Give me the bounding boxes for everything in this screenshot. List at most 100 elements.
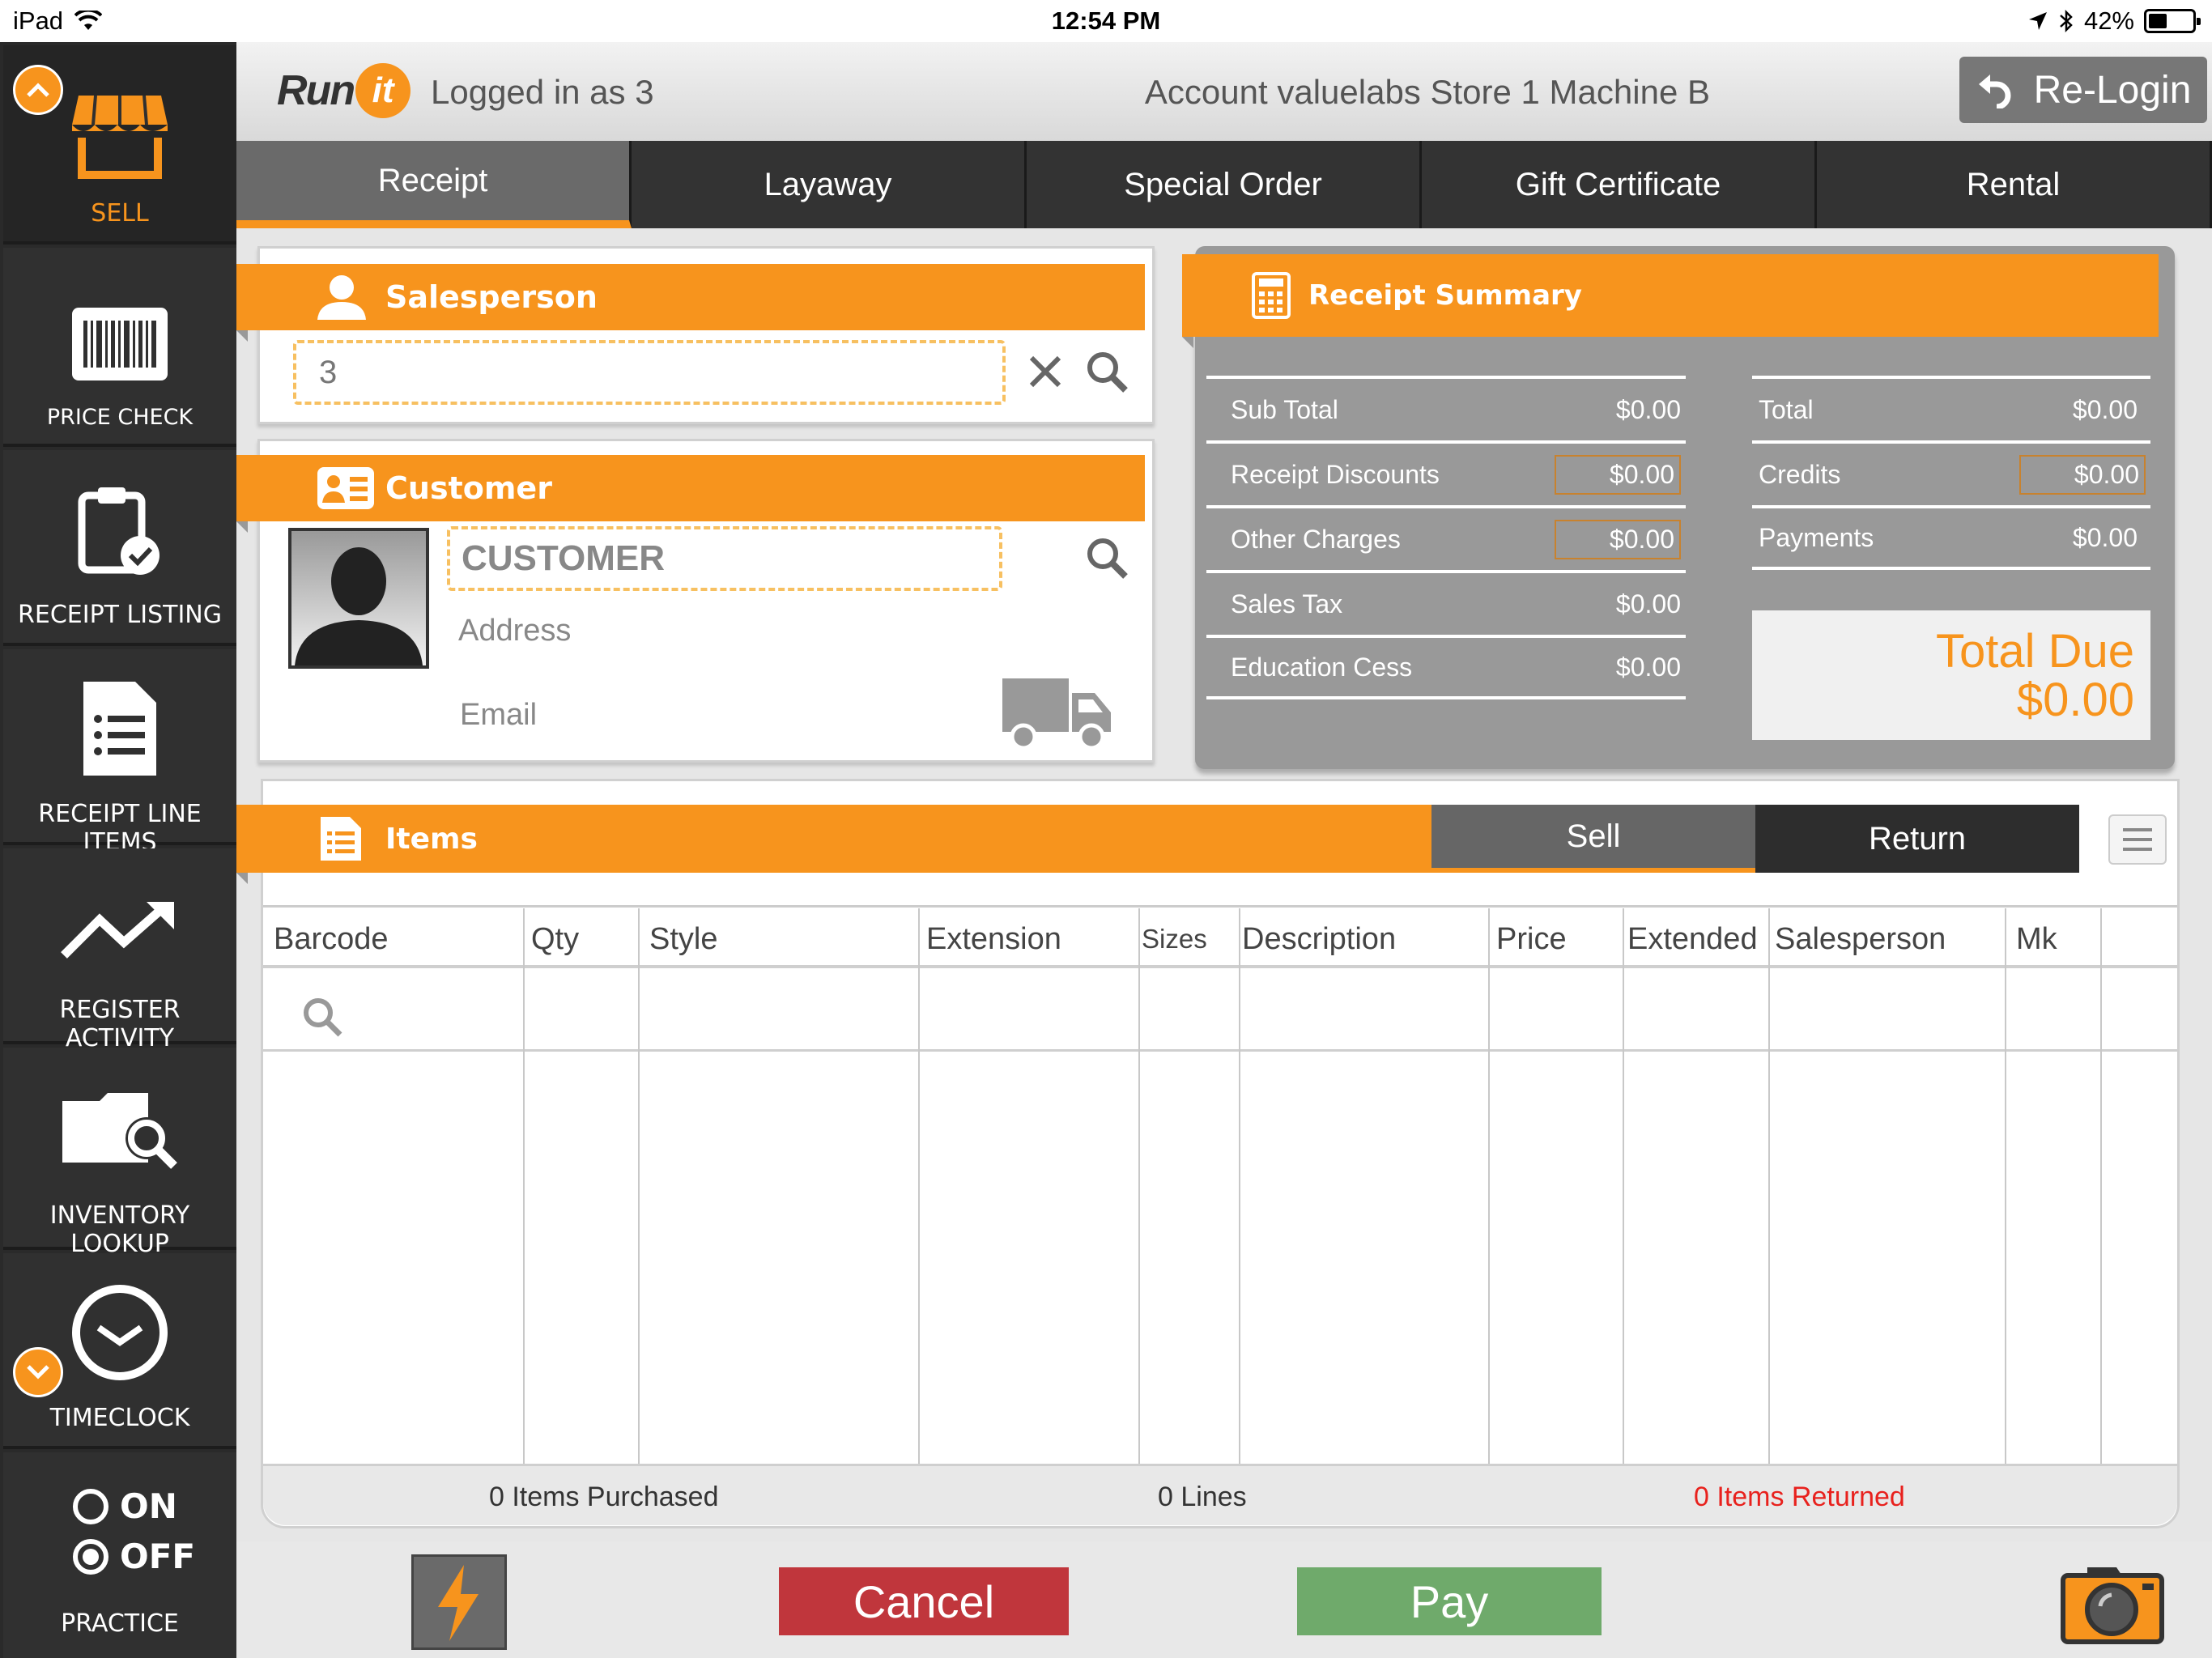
account-text: Account valuelabs Store 1 Machine B — [1144, 73, 1710, 111]
sidebar-item-price-check[interactable]: PRICE CHECK — [3, 248, 236, 447]
sidebar-item-label: RECEIPT LISTING — [18, 601, 222, 629]
column-divider — [918, 908, 920, 1465]
list-document-icon — [321, 817, 361, 861]
column-divider — [1768, 908, 1770, 1465]
column-salesperson[interactable]: Salesperson — [1763, 910, 2006, 968]
practice-on-option[interactable]: ON — [71, 1486, 177, 1526]
pay-button[interactable]: Pay — [1297, 1567, 1602, 1635]
folder-search-icon — [62, 1093, 177, 1169]
total-due-label: Total Due — [1935, 625, 2134, 678]
other-charges-field[interactable]: $0.00 — [1554, 519, 1681, 559]
practice-off-option[interactable]: OFF — [71, 1537, 195, 1576]
tab-gift-certificate[interactable]: Gift Certificate — [1422, 141, 1817, 228]
summary-row-education-cess: Education Cess $0.00 — [1206, 635, 1686, 699]
clear-icon[interactable] — [1027, 353, 1064, 390]
summary-value: $0.00 — [2072, 394, 2138, 424]
store-icon — [72, 95, 168, 179]
sidebar-item-inventory-lookup[interactable]: INVENTORY LOOKUP — [3, 1048, 236, 1258]
column-divider — [1239, 908, 1240, 1465]
receipt-summary-header: Receipt Summary — [1182, 254, 2159, 348]
column-style[interactable]: Style — [640, 910, 918, 968]
search-icon[interactable] — [1085, 350, 1129, 393]
summary-value: $0.00 — [2072, 522, 2138, 552]
sell-toggle-button[interactable]: Sell — [1431, 805, 1755, 873]
avatar — [288, 528, 429, 669]
clock-time: 12:54 PM — [1051, 6, 1161, 35]
camera-button[interactable] — [2060, 1558, 2165, 1649]
customer-header: Customer — [236, 455, 1145, 533]
customer-search-icon[interactable] — [1085, 536, 1129, 580]
column-extended[interactable]: Extended — [1616, 910, 1762, 968]
clipboard-check-icon — [78, 487, 160, 575]
column-sizes[interactable]: Sizes — [1134, 910, 1231, 968]
sidebar-item-label: TIMECLOCK — [49, 1404, 190, 1432]
lines-count: 0 Lines — [1158, 1482, 1247, 1512]
relogin-button[interactable]: Re-Login — [1959, 57, 2207, 123]
sidebar-item-register-activity[interactable]: REGISTER ACTIVITY — [3, 848, 236, 1052]
scroll-down-button[interactable] — [13, 1347, 63, 1397]
column-barcode[interactable]: Barcode — [264, 910, 525, 968]
summary-row-credits[interactable]: Credits $0.00 — [1752, 440, 2150, 505]
items-panel — [261, 779, 2180, 1528]
document-list-icon — [83, 682, 156, 776]
customer-title: Customer — [385, 470, 552, 506]
summary-value: $0.00 — [1615, 652, 1681, 682]
relogin-label: Re-Login — [2033, 68, 2192, 112]
salesperson-input[interactable]: 3 — [293, 340, 1006, 405]
tab-receipt[interactable]: Receipt — [236, 141, 632, 228]
barcode-search-icon[interactable] — [301, 996, 343, 1038]
column-extension[interactable]: Extension — [917, 910, 1135, 968]
calculator-icon — [1252, 272, 1291, 319]
delivery-truck-icon[interactable] — [1001, 677, 1114, 751]
column-mk[interactable]: Mk — [2005, 910, 2100, 968]
salesperson-title: Salesperson — [385, 279, 598, 315]
summary-row-other-charges[interactable]: Other Charges $0.00 — [1206, 505, 1686, 570]
battery-icon — [2144, 9, 2201, 33]
column-qty[interactable]: Qty — [521, 910, 635, 968]
trend-up-icon — [61, 902, 174, 959]
sidebar-item-label: PRACTICE — [61, 1609, 179, 1638]
tab-rental[interactable]: Rental — [1817, 141, 2212, 228]
avatar-silhouette-icon — [295, 547, 423, 665]
tab-bar: Receipt Layaway Special Order Gift Certi… — [236, 141, 2212, 228]
tab-special-order[interactable]: Special Order — [1027, 141, 1422, 228]
summary-label: Sales Tax — [1231, 589, 1343, 619]
customer-address: Address — [458, 614, 572, 648]
credits-field[interactable]: $0.00 — [2018, 454, 2146, 495]
items-menu-button[interactable] — [2108, 814, 2167, 865]
summary-row-sub-total: Sub Total $0.00 — [1206, 376, 1686, 440]
items-purchased-count: 0 Items Purchased — [489, 1482, 719, 1512]
hamburger-icon — [2123, 828, 2152, 851]
camera-icon — [2061, 1567, 2164, 1644]
summary-row-total: Total $0.00 — [1752, 376, 2150, 440]
sidebar-item-receipt-listing[interactable]: RECEIPT LISTING — [3, 450, 236, 646]
sidebar-item-receipt-line-items[interactable]: RECEIPT LINE ITEMS — [3, 649, 236, 857]
scroll-up-button[interactable] — [13, 65, 63, 115]
column-divider — [638, 908, 640, 1465]
undo-arrow-icon — [1978, 74, 2011, 108]
logo-run-text: Run — [277, 67, 355, 114]
header: Run it Logged in as 3 Account valuelabs … — [236, 42, 2212, 141]
radio-selected-icon — [73, 1538, 108, 1575]
return-toggle-button[interactable]: Return — [1755, 805, 2079, 873]
logo-it-text: it — [355, 63, 411, 118]
total-due-box: Total Due $0.00 — [1752, 610, 2150, 740]
summary-row-receipt-discounts[interactable]: Receipt Discounts $0.00 — [1206, 440, 1686, 505]
table-search-row-line — [263, 1049, 2177, 1052]
column-divider — [523, 908, 525, 1465]
customer-input[interactable]: CUSTOMER — [447, 526, 1002, 591]
column-description[interactable]: Description — [1232, 910, 1483, 968]
summary-label: Credits — [1759, 459, 1841, 489]
summary-label: Payments — [1759, 522, 1874, 552]
column-price[interactable]: Price — [1487, 910, 1619, 968]
barcode-icon — [72, 308, 168, 380]
summary-label: Sub Total — [1231, 394, 1338, 424]
receipt-discounts-field[interactable]: $0.00 — [1554, 454, 1681, 495]
sidebar-item-practice[interactable]: ON OFF PRACTICE — [3, 1452, 236, 1658]
quick-action-button[interactable] — [411, 1554, 507, 1650]
cancel-button[interactable]: Cancel — [779, 1567, 1069, 1635]
tab-layaway[interactable]: Layaway — [632, 141, 1027, 228]
battery-percent: 42% — [2083, 6, 2134, 35]
runit-logo: Run it — [277, 63, 411, 118]
items-title: Items — [385, 822, 478, 856]
